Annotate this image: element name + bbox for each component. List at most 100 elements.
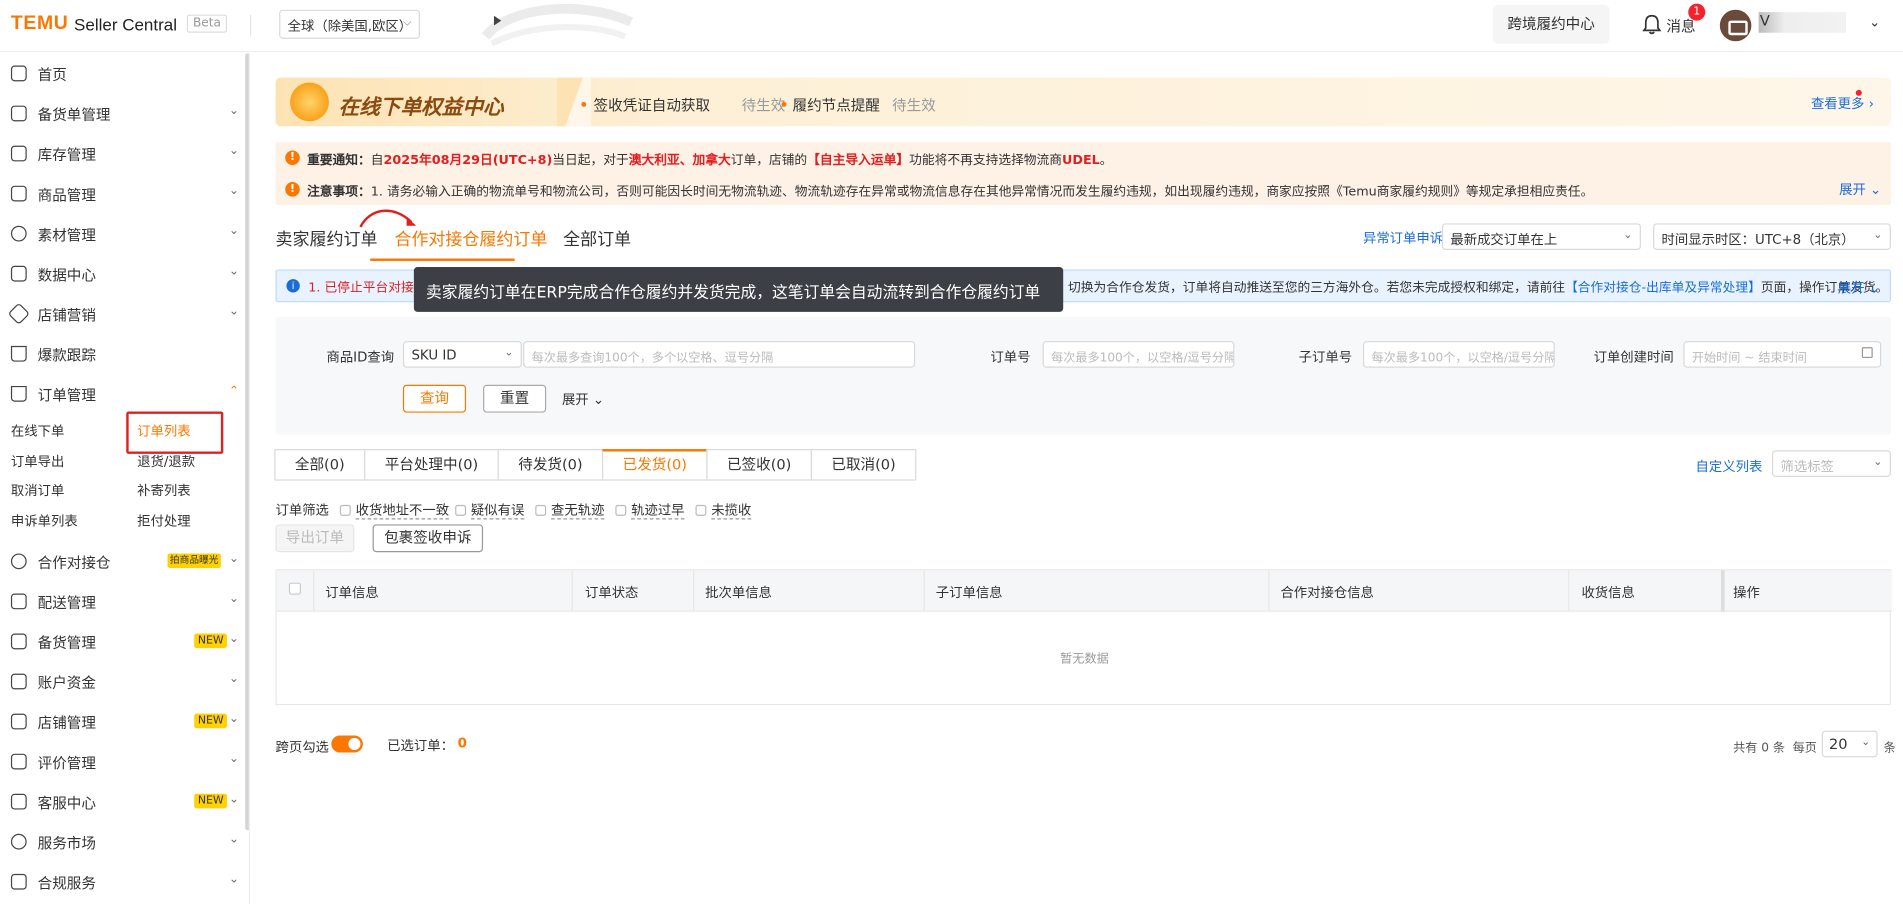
sidebar-sub-order-export[interactable]: 订单导出 <box>11 451 64 470</box>
sidebar-item-customer-service[interactable]: 客服中心 NEW ⌄ <box>0 782 243 822</box>
home-icon <box>10 65 27 82</box>
sidebar-item-compliance[interactable]: 合规服务 ⌄ <box>0 862 243 902</box>
product-id-input[interactable]: 每次最多查询100个，多个以空格、逗号分隔 <box>523 341 916 368</box>
checkbox[interactable] <box>615 504 627 516</box>
bell-icon[interactable] <box>1641 13 1663 35</box>
package-signoff-appeal-button[interactable]: 包裹签收申诉 <box>372 524 484 553</box>
status-tab-processing[interactable]: 平台处理中(0) <box>364 449 499 481</box>
selected-orders-label: 已选订单： <box>387 737 454 754</box>
filter-expand-link[interactable]: 展开 ⌄ <box>562 390 604 409</box>
filter-tag-placeholder: 筛选标签 <box>1780 458 1834 475</box>
sub-order-input[interactable]: 每次最多100个，以空格/逗号分隔 <box>1362 341 1555 368</box>
filter-checkbox-early-tracking[interactable]: 轨迹过早 <box>615 500 685 520</box>
sidebar-sub-appeal-list[interactable]: 申诉单列表 <box>11 511 78 530</box>
username[interactable]: V <box>1758 12 1847 33</box>
sidebar-item-data-center[interactable]: 数据中心 ⌄ <box>0 254 243 294</box>
attention-notice: 注意事项：1. 请务必输入正确的物流单号和物流公司，否则可能因长时间无物流轨迹、… <box>307 182 1593 200</box>
sidebar-item-service-market[interactable]: 服务市场 ⌄ <box>0 822 243 862</box>
important-notice: 重要通知：自2025年08月29日(UTC+8)当日起，对于澳大利亚、加拿大订单… <box>307 150 1112 168</box>
filter-checkbox-not-collected[interactable]: 未揽收 <box>695 500 752 520</box>
chevron-down-icon: ⌄ <box>228 672 240 686</box>
query-button[interactable]: 查询 <box>402 384 467 413</box>
abnormal-order-appeal-link[interactable]: 异常订单申诉 <box>1363 228 1443 247</box>
filter-tag-select[interactable]: 筛选标签 ⌄ <box>1772 450 1891 477</box>
custom-columns-link[interactable]: 自定义列表 <box>1696 456 1763 475</box>
banner-item-reminder-status: 待生效 <box>892 97 936 115</box>
sidebar-scrollbar[interactable] <box>245 53 249 831</box>
banner-title: 在线下单权益中心 <box>338 95 504 121</box>
sidebar-item-products[interactable]: 商品管理 ⌄ <box>0 174 243 214</box>
chevron-down-icon: ⌄ <box>1623 229 1633 242</box>
chevron-down-icon[interactable]: ⌄ <box>1869 15 1880 31</box>
sidebar-item-order-management[interactable]: 订单管理 ⌃ <box>0 374 243 414</box>
beta-badge: Beta <box>186 14 228 33</box>
created-time-range-picker[interactable]: 开始时间 ~ 结束时间 <box>1683 341 1882 368</box>
sidebar-item-materials[interactable]: 素材管理 ⌄ <box>0 214 243 254</box>
checkbox[interactable] <box>339 504 351 516</box>
sidebar-item-home[interactable]: 首页 <box>0 53 243 93</box>
avatar[interactable] <box>1719 9 1752 42</box>
sidebar-sub-online-order[interactable]: 在线下单 <box>11 421 64 440</box>
benefit-center-banner[interactable]: 在线下单权益中心 签收凭证自动获取 待生效 履约节点提醒 待生效 查看更多 › <box>275 77 1891 127</box>
sidebar-item-partner-warehouse[interactable]: 合作对接仓 拍商品曝光 ⌄ <box>0 541 243 581</box>
info-expand-link[interactable]: 展开 ⌄ <box>1838 278 1880 297</box>
timezone-select[interactable]: 时间显示时区：UTC+8（北京） ⌄ <box>1653 223 1891 251</box>
select-all-checkbox[interactable] <box>288 582 301 595</box>
sidebar-item-delivery[interactable]: 配送管理 ⌄ <box>0 581 243 621</box>
page-size-select[interactable]: 20 ⌄ <box>1821 730 1878 758</box>
sort-select[interactable]: 最新成交订单在上 ⌄ <box>1441 223 1641 251</box>
sidebar-sub-returns[interactable]: 退货/退款 <box>137 451 195 470</box>
view-more-link[interactable]: 查看更多 › <box>1811 93 1874 112</box>
sidebar-item-label: 客服中心 <box>37 794 96 812</box>
product-id-type-select[interactable]: SKU ID ⌄ <box>402 341 522 368</box>
notice-box: ! 重要通知：自2025年08月29日(UTC+8)当日起，对于澳大利亚、加拿大… <box>275 142 1891 206</box>
status-tab-received[interactable]: 已签收(0) <box>706 449 812 481</box>
cross-page-select-toggle[interactable] <box>331 735 363 753</box>
sidebar-item-label: 店铺营销 <box>37 307 96 325</box>
sidebar-item-label: 数据中心 <box>37 267 96 285</box>
wallet-icon <box>10 673 27 690</box>
sidebar-item-account-funds[interactable]: 账户资金 ⌄ <box>0 661 243 701</box>
reset-button[interactable]: 重置 <box>483 384 547 413</box>
chevron-down-icon: ⌄ <box>228 632 240 646</box>
sidebar-item-stock-orders[interactable]: 备货单管理 ⌄ <box>0 93 243 133</box>
status-tab-shipped[interactable]: 已发货(0) <box>601 449 708 481</box>
export-orders-button[interactable]: 导出订单 <box>275 524 355 553</box>
tab-all-orders[interactable]: 全部订单 <box>563 227 631 251</box>
checkbox[interactable] <box>455 504 467 516</box>
tab-seller-fulfillment[interactable]: 卖家履约订单 <box>276 227 378 251</box>
sidebar-item-stock-management[interactable]: 备货管理 NEW ⌄ <box>0 621 243 661</box>
cross-border-center-button[interactable]: 跨境履约中心 <box>1492 4 1610 44</box>
partner-warehouse-link[interactable]: 【合作对接仓-出库单及异常处理】 <box>1565 280 1761 295</box>
status-tab-all[interactable]: 全部(0) <box>274 449 366 481</box>
sidebar-item-marketing[interactable]: 店铺营销 ⌄ <box>0 294 243 334</box>
sidebar-sub-cancel-order[interactable]: 取消订单 <box>11 481 64 500</box>
status-tab-cancelled[interactable]: 已取消(0) <box>810 449 917 481</box>
sidebar-sub-resend-list[interactable]: 补寄列表 <box>137 481 190 500</box>
region-select[interactable]: 全球（除美国,欧区） ⌵ <box>279 9 420 39</box>
sidebar-item-store-management[interactable]: 店铺管理 NEW ⌄ <box>0 702 243 742</box>
status-tab-pending-shipment[interactable]: 待发货(0) <box>497 449 604 481</box>
sidebar-item-reviews[interactable]: 评价管理 ⌄ <box>0 742 243 782</box>
info-bar-text-left: 1. 已停止平台对接 <box>308 280 414 295</box>
tab-partner-warehouse-fulfillment[interactable]: 合作对接仓履约订单 <box>394 227 547 251</box>
chevron-down-icon: ⌄ <box>592 392 605 408</box>
sidebar-sub-chargeback[interactable]: 拒付处理 <box>137 511 190 530</box>
sidebar-item-inventory[interactable]: 库存管理 ⌄ <box>0 134 243 174</box>
warehouse-icon <box>10 145 27 162</box>
filter-checkbox-no-tracking[interactable]: 查无轨迹 <box>535 500 605 520</box>
temu-logo[interactable]: TEMU <box>11 13 68 35</box>
new-badge: NEW <box>194 713 228 729</box>
checkbox[interactable] <box>535 504 547 516</box>
checkbox[interactable] <box>695 504 707 516</box>
sidebar-item-label: 商品管理 <box>37 186 96 204</box>
sidebar-item-hot-tracking[interactable]: 爆款跟踪 <box>0 334 243 374</box>
service-icon <box>10 793 27 810</box>
sidebar-item-label: 合规服务 <box>37 875 96 893</box>
filter-checkbox-address-mismatch[interactable]: 收货地址不一致 <box>339 500 450 520</box>
chevron-up-icon: ⌃ <box>228 384 240 399</box>
order-no-input[interactable]: 每次最多100个，以空格/逗号分隔 <box>1042 341 1235 368</box>
notice-expand-link[interactable]: 展开 ⌄ <box>1839 180 1881 199</box>
start-time-placeholder: 开始时间 <box>1691 351 1741 366</box>
filter-checkbox-suspected-error[interactable]: 疑似有误 <box>455 500 525 520</box>
